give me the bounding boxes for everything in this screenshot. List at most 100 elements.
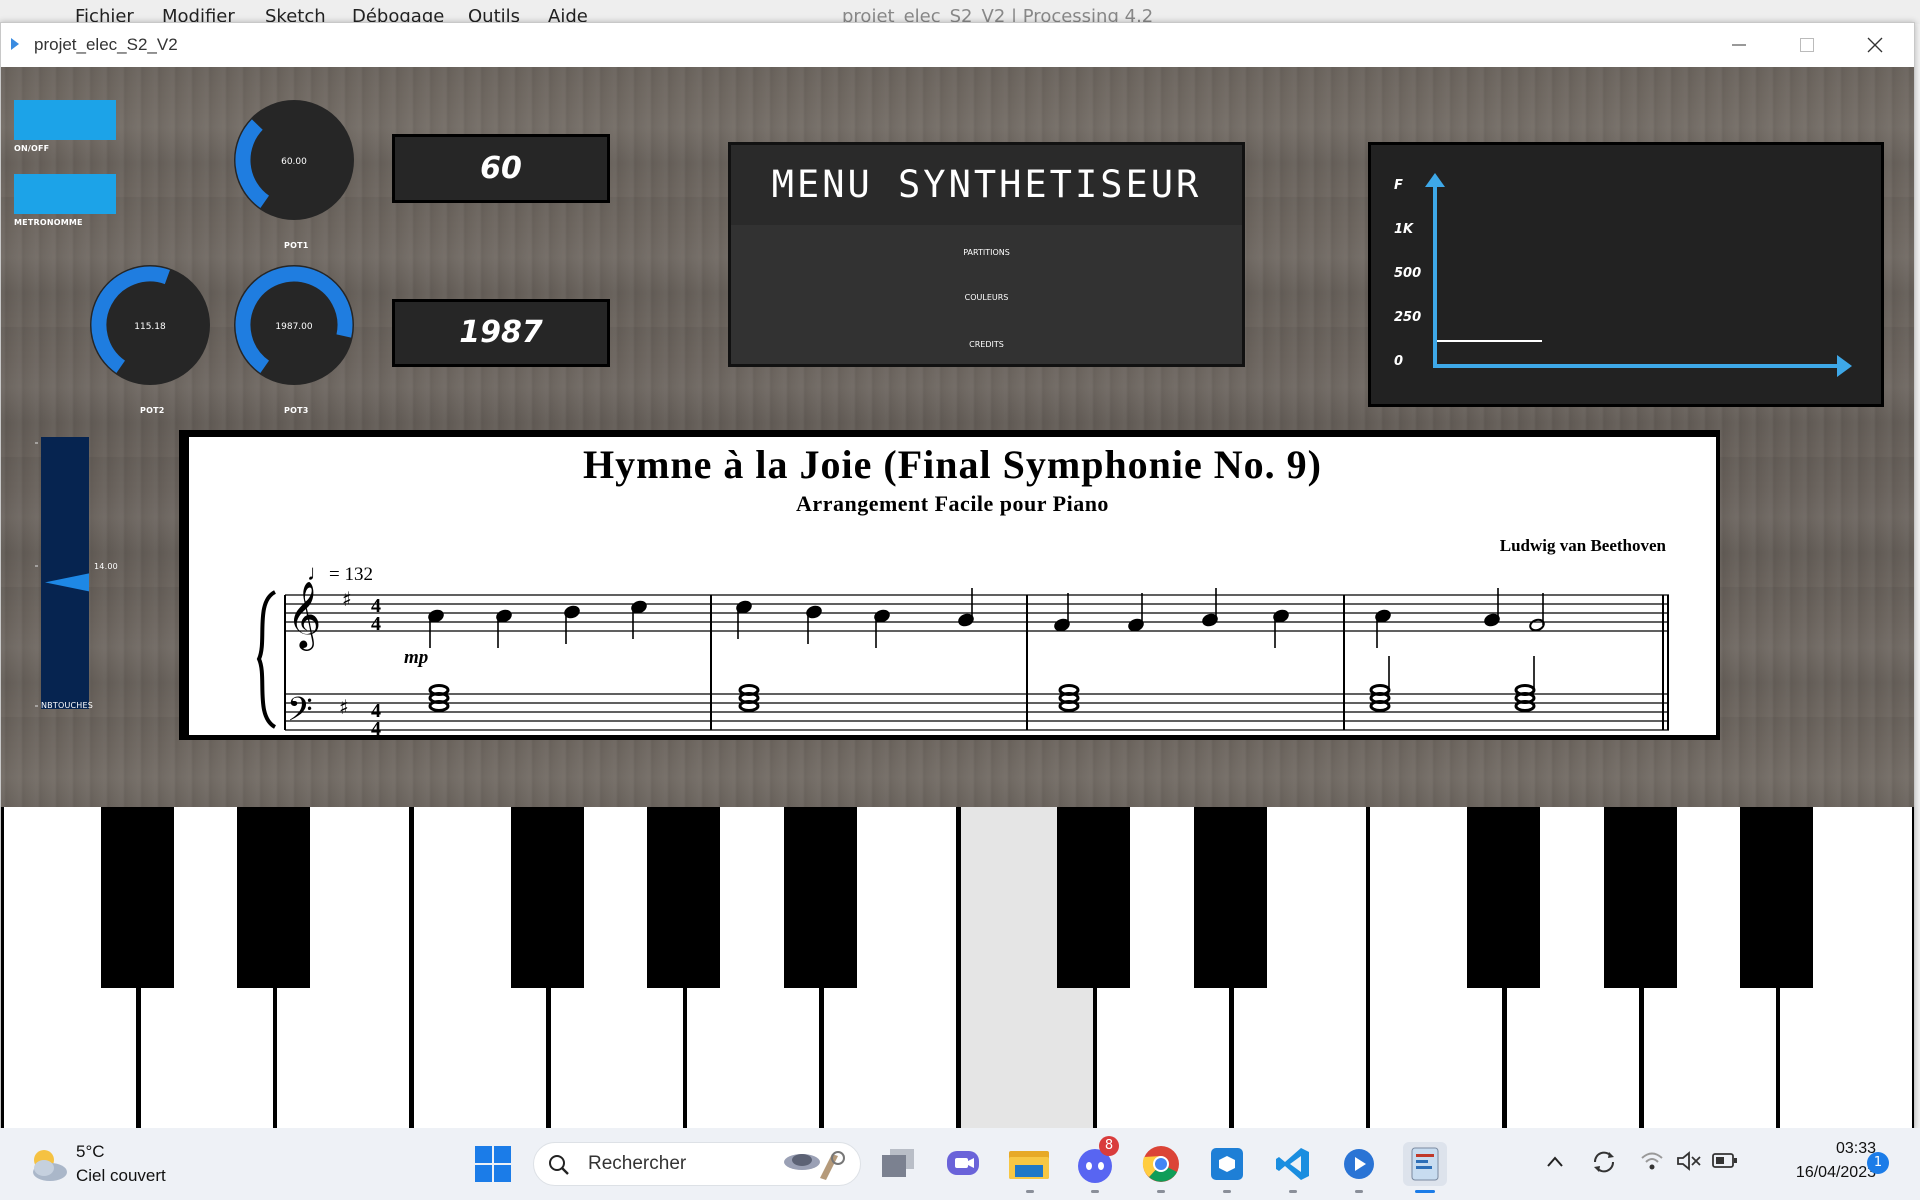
teams-chat-button[interactable]	[941, 1142, 985, 1186]
weather-widget[interactable]	[24, 1140, 76, 1188]
windows-logo-icon	[475, 1146, 511, 1182]
background-app-menubar: Fichier Modifier Sketch Débogage Outils …	[0, 0, 1920, 24]
display-pot1: 60	[392, 134, 610, 203]
pot2-label: POT2	[140, 406, 165, 415]
menu-item-credits[interactable]: CREDITS	[731, 340, 1242, 349]
processing-app-icon	[11, 38, 19, 50]
running-indicator	[1289, 1190, 1297, 1193]
search-highlight-icon	[784, 1151, 845, 1180]
vscode-icon	[1276, 1148, 1309, 1180]
slider-pointer-icon	[45, 573, 89, 592]
volume-muted-icon[interactable]	[1676, 1150, 1702, 1172]
chrome-button[interactable]	[1139, 1142, 1183, 1186]
bass-clef-icon: 𝄢	[287, 691, 313, 735]
piano-black-key[interactable]	[1740, 807, 1813, 988]
notification-badge[interactable]: 1	[1867, 1152, 1889, 1174]
play-icon	[1344, 1149, 1374, 1179]
processing-ide-icon	[1411, 1147, 1439, 1181]
synth-menu: MENU SYNTHETISEUR PARTITIONS COULEURS CR…	[728, 142, 1245, 367]
spectrum-axes	[1425, 173, 1852, 377]
piano-black-key[interactable]	[1467, 807, 1540, 988]
piano-black-key[interactable]	[1604, 807, 1677, 988]
running-indicator	[1091, 1190, 1099, 1193]
time-sig-den: 4	[371, 718, 381, 735]
processing-ide-button[interactable]	[1403, 1142, 1447, 1186]
weather-temp[interactable]: 5°C	[76, 1142, 105, 1162]
piano-black-key[interactable]	[1057, 807, 1130, 988]
pot2-knob[interactable]: 115.18	[89, 264, 211, 386]
minimize-button[interactable]	[1705, 23, 1773, 67]
synth-canvas: ON/OFF METRONOMME 60.00 POT1 115.18 POT2…	[1, 67, 1914, 1129]
pot3-value: 1987.00	[275, 322, 312, 332]
minimize-icon	[1732, 44, 1746, 46]
maximize-icon	[1800, 38, 1814, 52]
treble-clef-icon: 𝄞	[287, 580, 321, 651]
wifi-icon[interactable]	[1640, 1150, 1664, 1172]
spectrum-display: F 1K 500 250 0	[1368, 142, 1884, 407]
piano-black-key[interactable]	[647, 807, 720, 988]
taskbar-search-box[interactable]: Rechercher	[533, 1142, 861, 1186]
onoff-label: ON/OFF	[14, 144, 50, 153]
chrome-icon	[1142, 1146, 1179, 1182]
menu-item-partitions[interactable]: PARTITIONS	[731, 248, 1242, 257]
close-icon	[1867, 37, 1883, 53]
brace-icon	[256, 590, 277, 729]
chevron-up-icon[interactable]	[1546, 1155, 1564, 1169]
sync-icon[interactable]	[1590, 1148, 1618, 1176]
piano-black-key[interactable]	[1194, 807, 1267, 988]
sketch-window: projet_elec_S2_V2 ON/OFF METRONOMME 60.0…	[0, 22, 1915, 1130]
processing-sketch-button[interactable]	[1337, 1142, 1381, 1186]
slider-value: 14.00	[94, 562, 118, 571]
slider-label: NBTOUCHES	[41, 701, 94, 710]
file-explorer-button[interactable]	[1007, 1142, 1051, 1186]
display-pot3: 1987	[392, 299, 610, 367]
sharp-icon: ♯	[342, 587, 352, 611]
search-icon	[549, 1155, 569, 1175]
window-titlebar[interactable]: projet_elec_S2_V2	[1, 23, 1914, 67]
discord-badge: 8	[1099, 1136, 1119, 1156]
chord-note-head	[1514, 700, 1536, 712]
metronome-toggle[interactable]	[14, 174, 116, 214]
chord-note-head	[738, 700, 760, 712]
chord-note-head	[1058, 700, 1080, 712]
running-indicator	[1026, 1190, 1034, 1193]
sheet-music-page: Hymne à la Joie (Final Symphonie No. 9) …	[189, 437, 1716, 735]
search-placeholder[interactable]: Rechercher	[588, 1153, 686, 1175]
remote-desktop-icon	[1211, 1148, 1243, 1180]
maximize-button[interactable]	[1773, 23, 1841, 67]
sharp-icon: ♯	[339, 695, 349, 719]
battery-icon[interactable]	[1712, 1152, 1738, 1170]
remote-app-button[interactable]	[1205, 1142, 1249, 1186]
running-indicator	[1355, 1190, 1363, 1193]
start-button[interactable]	[471, 1142, 515, 1186]
pot3-label: POT3	[284, 406, 309, 415]
vscode-button[interactable]	[1271, 1142, 1315, 1186]
piano-black-key[interactable]	[237, 807, 310, 988]
pot3-knob[interactable]: 1987.00	[233, 264, 355, 386]
piano-black-key[interactable]	[101, 807, 174, 988]
menu-title: MENU SYNTHETISEUR	[731, 145, 1242, 225]
discord-button[interactable]: 8	[1073, 1136, 1119, 1186]
folder-icon	[1009, 1151, 1049, 1179]
pot1-knob[interactable]: 60.00	[233, 99, 355, 221]
clock-date[interactable]: 16/04/2023	[1760, 1164, 1876, 1182]
pot1-label: POT1	[284, 241, 309, 250]
close-button[interactable]	[1841, 23, 1909, 67]
menu-item-couleurs[interactable]: COULEURS	[731, 293, 1242, 302]
piano-black-key[interactable]	[784, 807, 857, 988]
active-indicator	[1415, 1190, 1435, 1193]
clock-time[interactable]: 03:33	[1760, 1140, 1876, 1158]
task-view-icon	[882, 1149, 914, 1177]
window-title: projet_elec_S2_V2	[34, 35, 178, 54]
piano-black-key[interactable]	[511, 807, 584, 988]
slider-handle-layer[interactable]	[35, 437, 105, 709]
time-sig-den: 4	[371, 613, 381, 635]
chord-note-head	[1369, 700, 1391, 712]
weather-desc[interactable]: Ciel couvert	[76, 1166, 166, 1186]
chord-note-head	[428, 700, 450, 712]
cloudy-weather-icon	[33, 1150, 67, 1181]
task-view-button[interactable]	[877, 1142, 921, 1186]
onoff-toggle[interactable]	[14, 100, 116, 140]
metronome-label: METRONOMME	[14, 218, 83, 227]
dynamic-mark: mp	[404, 647, 428, 668]
